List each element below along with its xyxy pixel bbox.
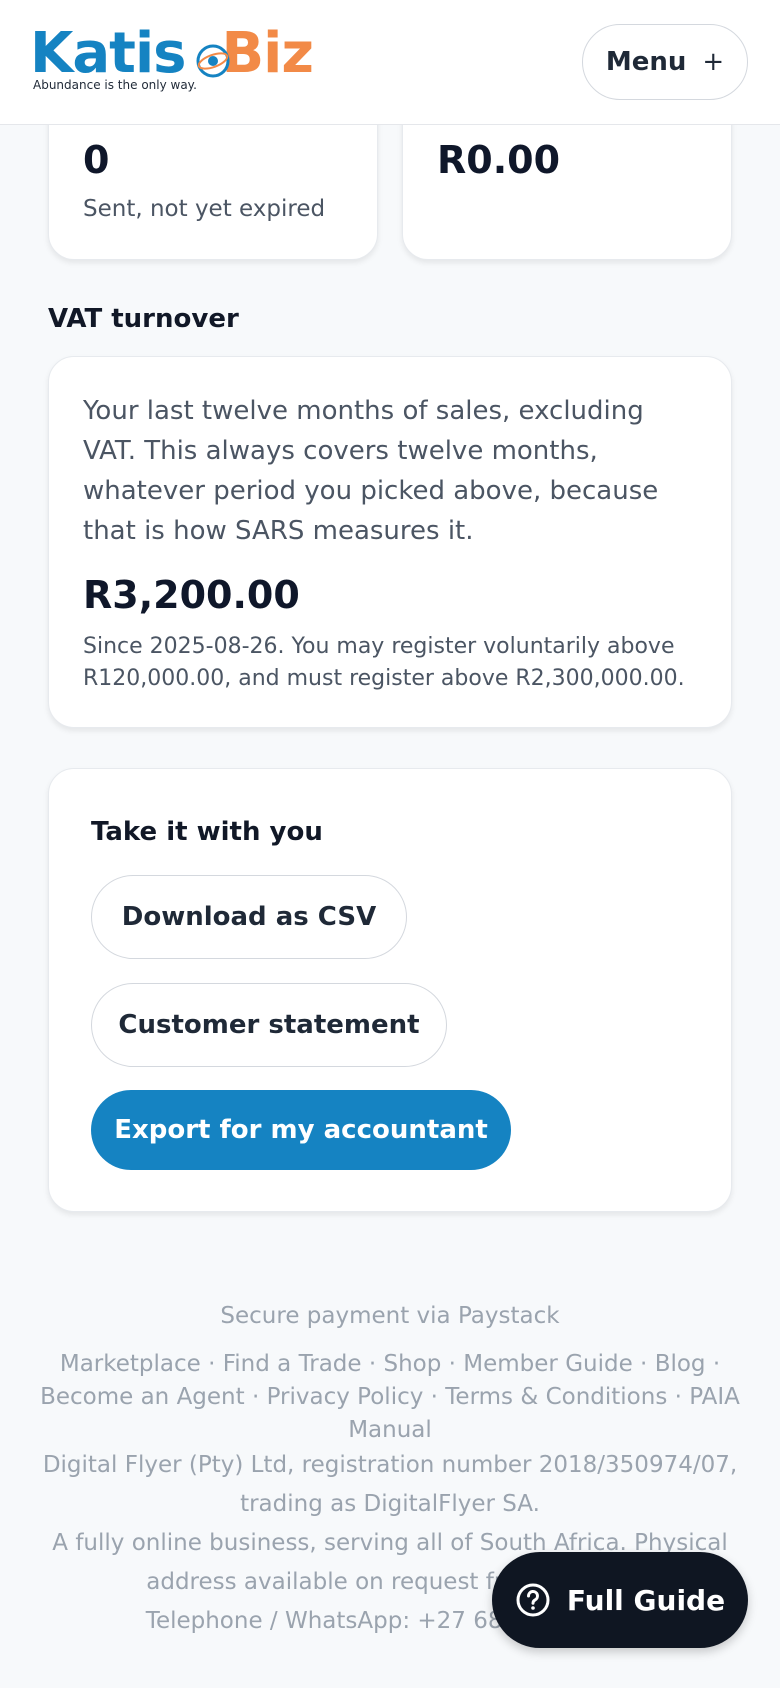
footer-link-blog[interactable]: Blog xyxy=(655,1351,706,1377)
footer-link-become-an-agent[interactable]: Become an Agent xyxy=(40,1384,245,1410)
logo-wordmark: Katis Biz xyxy=(30,21,314,86)
footer-link-find-a-trade[interactable]: Find a Trade xyxy=(223,1351,362,1377)
stat-value: R0.00 xyxy=(437,138,561,182)
logo-biz-text: Biz xyxy=(221,21,313,86)
footer-link-marketplace[interactable]: Marketplace xyxy=(60,1351,201,1377)
site-header: Katis Biz Abundance is the only way. Menu… xyxy=(0,0,780,125)
logo-katis-text: Katis xyxy=(30,21,186,86)
footer-separator: · xyxy=(667,1384,690,1410)
customer-statement-button[interactable]: Customer statement xyxy=(91,983,447,1067)
stat-value: 0 xyxy=(83,138,110,182)
footer-separator: · xyxy=(200,1351,223,1377)
export-card-title: Take it with you xyxy=(91,817,323,847)
footer-link-shop[interactable]: Shop xyxy=(383,1351,441,1377)
menu-button[interactable]: Menu + xyxy=(582,24,748,100)
download-csv-button[interactable]: Download as CSV xyxy=(91,875,407,959)
footer-link-member-guide[interactable]: Member Guide xyxy=(463,1351,632,1377)
vat-amount: R3,200.00 xyxy=(83,573,300,617)
company-info: Digital Flyer (Pty) Ltd, registration nu… xyxy=(42,1452,738,1517)
footer-link-terms[interactable]: Terms & Conditions xyxy=(445,1384,667,1410)
footer-separator: · xyxy=(423,1384,446,1410)
globe-icon xyxy=(196,44,230,78)
help-circle-icon xyxy=(516,1583,550,1617)
stat-label: Sent, not yet expired xyxy=(83,196,326,222)
export-card: Take it with you Download as CSV Custome… xyxy=(48,768,732,1212)
payment-note: Secure payment via Paystack xyxy=(220,1303,560,1329)
plus-icon: + xyxy=(702,47,725,77)
export-accountant-button[interactable]: Export for my accountant xyxy=(91,1090,511,1170)
footer-separator: · xyxy=(361,1351,384,1377)
footer-separator: · xyxy=(632,1351,655,1377)
vat-note: Since 2025-08-26. You may register volun… xyxy=(83,634,685,691)
footer-links: Marketplace · Find a Trade · Shop · Memb… xyxy=(14,1348,766,1447)
katisbiz-logo[interactable]: Katis Biz Abundance is the only way. xyxy=(30,24,320,96)
vat-section-title: VAT turnover xyxy=(48,304,239,334)
logo-tagline: Abundance is the only way. xyxy=(33,78,197,92)
footer-link-privacy-policy[interactable]: Privacy Policy xyxy=(267,1384,424,1410)
vat-turnover-card: Your last twelve months of sales, exclud… xyxy=(48,356,732,728)
full-guide-label: Full Guide xyxy=(566,1583,726,1617)
footer-separator: · xyxy=(441,1351,464,1377)
menu-label: Menu xyxy=(605,47,687,77)
footer-separator: · xyxy=(705,1351,721,1377)
full-guide-button[interactable]: Full Guide xyxy=(492,1552,748,1648)
footer-separator: · xyxy=(244,1384,267,1410)
vat-description: Your last twelve months of sales, exclud… xyxy=(83,396,659,546)
